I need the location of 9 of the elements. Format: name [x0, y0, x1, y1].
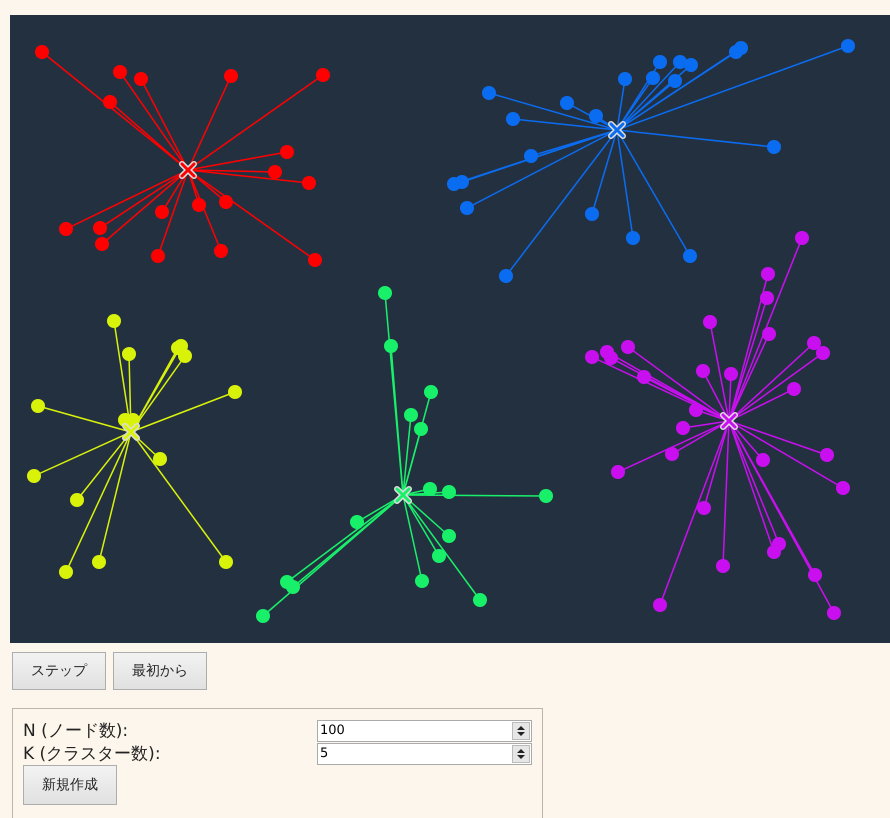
number-field[interactable]: 100 — [317, 720, 532, 742]
action-button[interactable]: ステップ — [12, 652, 106, 690]
spinner-icon[interactable] — [512, 722, 530, 740]
number-field[interactable]: 5 — [317, 742, 532, 764]
field-label: K (クラスター数): — [23, 743, 161, 765]
action-button[interactable]: 最初から — [113, 652, 207, 690]
field-label: N (ノード数): — [23, 720, 128, 742]
create-button[interactable]: 新規作成 — [23, 765, 117, 805]
spinner-icon[interactable] — [512, 744, 530, 762]
